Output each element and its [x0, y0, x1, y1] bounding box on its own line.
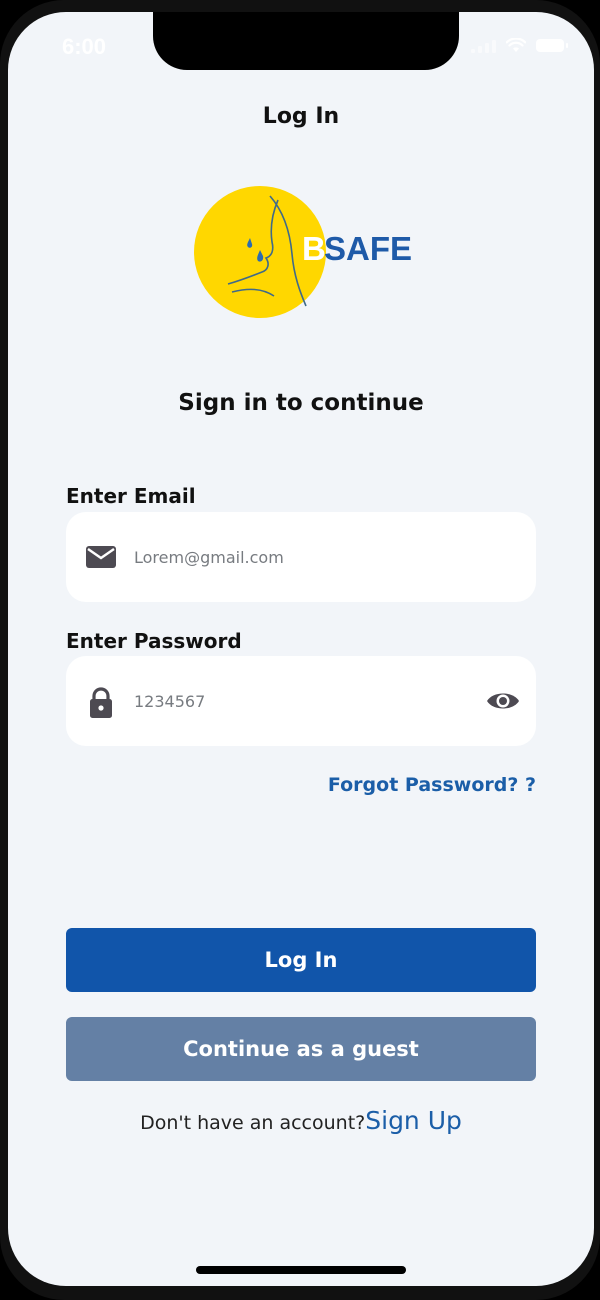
continue-as-guest-button[interactable]: Continue as a guest: [66, 1017, 536, 1081]
battery-icon: [536, 39, 568, 52]
signup-row: Don't have an account?Sign Up: [8, 1106, 594, 1135]
login-button[interactable]: Log In: [66, 928, 536, 992]
password-field[interactable]: 1234567: [66, 656, 536, 746]
svg-text:B: B: [302, 230, 326, 267]
mail-icon: [86, 546, 116, 568]
signal-icon: [471, 39, 496, 53]
form-subtitle: Sign in to continue: [178, 390, 424, 416]
page-title: Log In: [262, 104, 340, 129]
bsafe-logo: B SAFE: [194, 186, 412, 318]
status-time: 6:00: [62, 34, 107, 59]
device-frame: 6:00 Log In B SAFE Sign in to continue E…: [0, 0, 600, 1300]
svg-text:SAFE: SAFE: [324, 230, 412, 267]
home-indicator[interactable]: [196, 1266, 406, 1274]
signup-link[interactable]: Sign Up: [365, 1106, 462, 1135]
forgot-password-link[interactable]: Forgot Password? ?: [328, 774, 536, 796]
password-label: Enter Password: [66, 629, 242, 653]
email-value[interactable]: Lorem@gmail.com: [134, 548, 284, 567]
email-field[interactable]: Lorem@gmail.com: [66, 512, 536, 602]
notch: [153, 12, 459, 70]
app-screen: 6:00 Log In B SAFE Sign in to continue E…: [8, 12, 594, 1286]
wifi-icon: [506, 38, 526, 52]
lock-icon: [90, 687, 112, 718]
status-indicators: [471, 38, 568, 53]
password-value[interactable]: 1234567: [134, 692, 205, 711]
signup-prompt: Don't have an account?: [140, 1112, 366, 1134]
eye-icon[interactable]: [486, 688, 520, 714]
email-label: Enter Email: [66, 484, 196, 508]
